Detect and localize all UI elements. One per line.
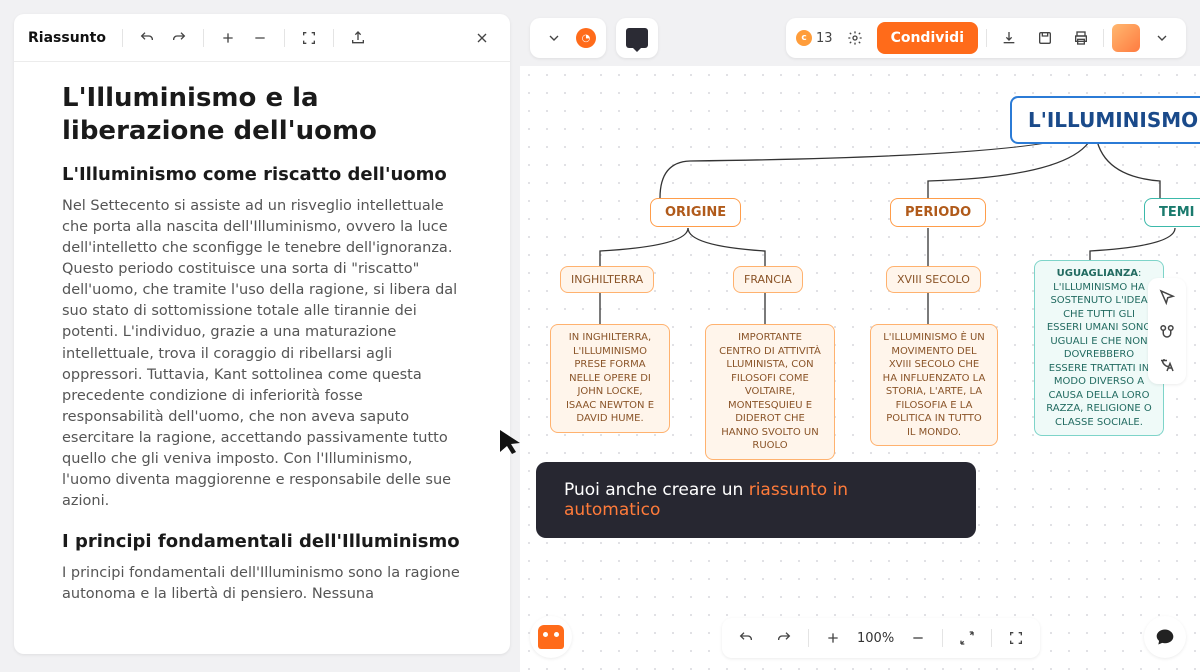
mindmap-canvas[interactable]: L'ILLUMINISMO ORIGINE PERIODO TEMI INGHI… <box>520 66 1200 672</box>
top-toolbar: ◔ c13 Condividi <box>530 14 1186 62</box>
mascot-button[interactable] <box>530 616 572 658</box>
export-button[interactable] <box>344 24 372 52</box>
user-menu-chevron[interactable] <box>1148 24 1176 52</box>
add-button[interactable] <box>214 24 242 52</box>
node-periodo[interactable]: PERIODO <box>890 198 986 227</box>
summary-panel: Riassunto L'Illuminismo e la liberazione… <box>14 14 510 654</box>
cursor-icon <box>498 428 526 456</box>
fit-button[interactable] <box>953 624 981 652</box>
panel-toolbar: Riassunto <box>14 14 510 62</box>
share-button[interactable]: Condividi <box>877 22 978 54</box>
node-origine[interactable]: ORIGINE <box>650 198 741 227</box>
node-inghilterra[interactable]: INGHILTERRA <box>560 266 654 293</box>
credits-badge[interactable]: c13 <box>796 30 833 46</box>
article-p2: I principi fondamentali dell'Illuminismo… <box>62 563 462 605</box>
presentation-pill[interactable] <box>616 18 658 58</box>
article-title: L'Illuminismo e la liberazione dell'uomo <box>62 82 462 147</box>
undo-button[interactable] <box>133 24 161 52</box>
mascot-face-icon <box>538 625 564 649</box>
lasso-tool[interactable] <box>1156 320 1178 342</box>
article-p1: Nel Settecento si assiste ad un risvegli… <box>62 196 462 511</box>
node-root[interactable]: L'ILLUMINISMO <box>1010 96 1200 144</box>
zoom-bar: 100% <box>722 618 1040 658</box>
settings-button[interactable] <box>841 24 869 52</box>
node-francia-detail[interactable]: IMPORTANTE CENTRO DI ATTIVITÀ LLUMINISTA… <box>705 324 835 460</box>
zoom-out[interactable] <box>904 624 932 652</box>
close-button[interactable] <box>468 24 496 52</box>
canvas-redo[interactable] <box>770 624 798 652</box>
node-temi[interactable]: TEMI <box>1144 198 1200 227</box>
coin-icon: c <box>796 30 812 46</box>
panel-body: L'Illuminismo e la liberazione dell'uomo… <box>14 62 510 623</box>
print-button[interactable] <box>1067 24 1095 52</box>
fullscreen-canvas[interactable] <box>1002 624 1030 652</box>
actions-pill: c13 Condividi <box>786 18 1186 58</box>
canvas-undo[interactable] <box>732 624 760 652</box>
translate-tool[interactable] <box>1156 354 1178 376</box>
article-h2-2: I principi fondamentali dell'Illuminismo <box>62 530 462 553</box>
canvas-tools <box>1148 278 1186 384</box>
zoom-in[interactable] <box>819 624 847 652</box>
mascot-icon[interactable]: ◔ <box>576 28 596 48</box>
remove-button[interactable] <box>246 24 274 52</box>
article-h2-1: L'Illuminismo come riscatto dell'uomo <box>62 163 462 186</box>
save-button[interactable] <box>1031 24 1059 52</box>
fullscreen-button[interactable] <box>295 24 323 52</box>
redo-button[interactable] <box>165 24 193 52</box>
panel-title: Riassunto <box>28 30 106 46</box>
chevron-down-icon[interactable] <box>540 24 568 52</box>
node-francia[interactable]: FRANCIA <box>733 266 803 293</box>
avatar[interactable] <box>1112 24 1140 52</box>
download-button[interactable] <box>995 24 1023 52</box>
ai-pill: ◔ <box>530 18 606 58</box>
node-periodo-detail[interactable]: L'ILLUMINISMO È UN MOVIMENTO DEL XVIII S… <box>870 324 998 446</box>
hint-tooltip: Puoi anche creare un riassunto in automa… <box>536 462 976 538</box>
zoom-value: 100% <box>857 631 894 646</box>
node-inghilterra-detail[interactable]: IN INGHILTERRA, L'ILLUMINISMO PRESE FORM… <box>550 324 670 433</box>
presentation-icon <box>626 28 648 48</box>
chat-button[interactable] <box>1144 616 1186 658</box>
node-uguaglianza[interactable]: UGUAGLIANZA: L'ILLUMINISMO HA SOSTENUTO … <box>1034 260 1164 436</box>
cursor-tool[interactable] <box>1156 286 1178 308</box>
node-xviii[interactable]: XVIII SECOLO <box>886 266 981 293</box>
